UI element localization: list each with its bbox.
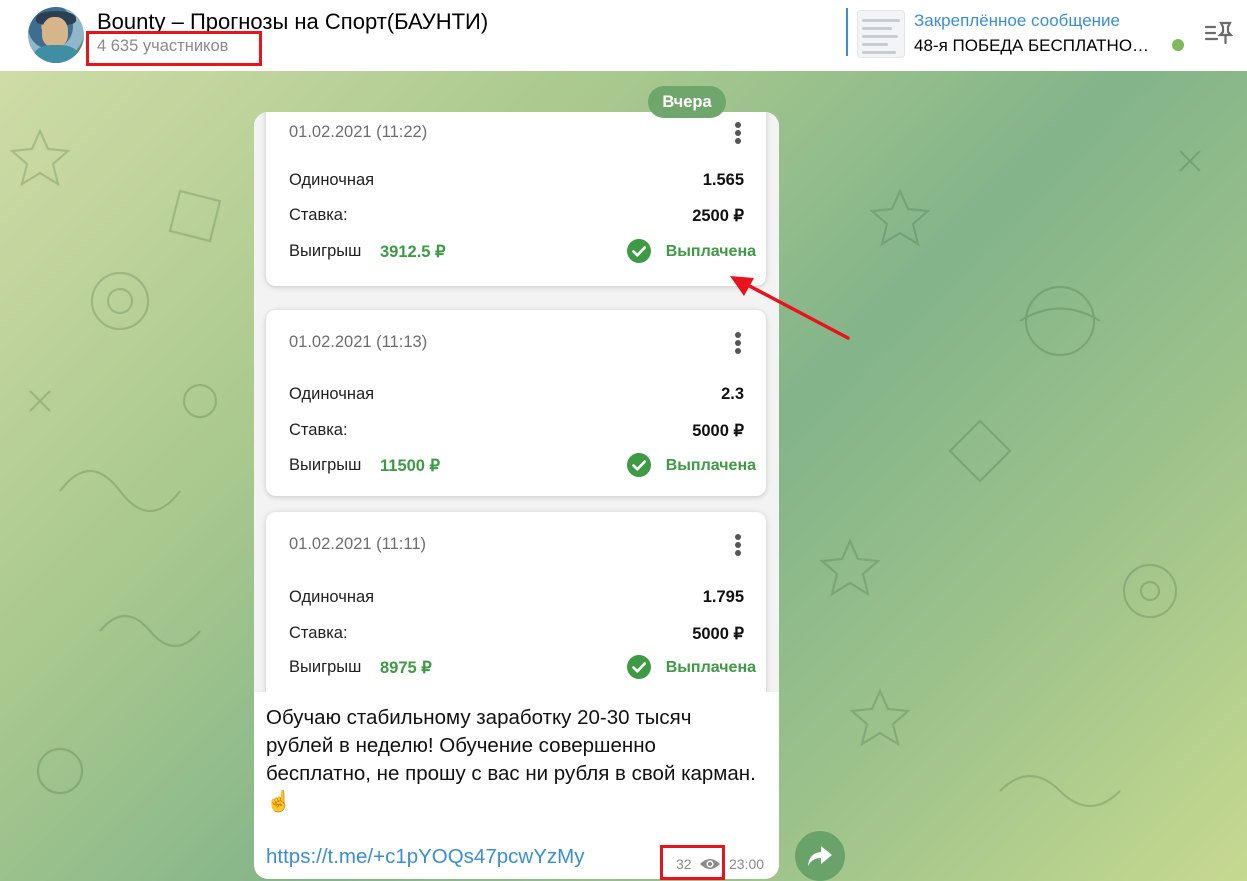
- eye-icon: [700, 859, 720, 869]
- bet-odds: 1.795: [702, 588, 744, 606]
- stake-label: Ставка:: [289, 206, 348, 224]
- stake-label: Ставка:: [289, 421, 348, 439]
- win-amount: 11500 ₽: [380, 457, 441, 475]
- bet-card: 01.02.2021 (11:22) Одиночная 1.565 Ставк…: [266, 112, 766, 286]
- payout-status: Выплачена: [665, 243, 756, 260]
- more-options-icon[interactable]: [730, 119, 746, 147]
- paid-check-icon: [627, 655, 651, 679]
- date-separator: Вчера: [648, 86, 726, 118]
- win-amount: 3912.5 ₽: [380, 243, 446, 261]
- bet-card: 01.02.2021 (11:11) Одиночная 1.795 Ставк…: [266, 512, 766, 692]
- stake-amount: 2500 ₽: [692, 207, 744, 225]
- share-arrow-icon: [808, 846, 832, 866]
- channel-avatar[interactable]: [28, 7, 84, 63]
- payout-status: Выплачена: [665, 659, 756, 676]
- bet-date: 01.02.2021 (11:22): [289, 123, 428, 141]
- pinned-thumbnail[interactable]: [857, 10, 905, 58]
- message-time: 23:00: [729, 856, 765, 872]
- message-screenshot[interactable]: 01.02.2021 (11:22) Одиночная 1.565 Ставк…: [254, 112, 779, 692]
- paid-check-icon: [627, 453, 651, 477]
- pinned-emoji-icon: [1172, 39, 1184, 51]
- message-bubble[interactable]: 01.02.2021 (11:22) Одиночная 1.565 Ставк…: [254, 112, 779, 879]
- win-label: Выигрыш: [289, 242, 362, 260]
- payout-status: Выплачена: [665, 457, 756, 474]
- win-label: Выигрыш: [289, 456, 362, 474]
- bet-odds: 2.3: [721, 385, 744, 403]
- avatar-body: [34, 45, 78, 63]
- member-count: 4 635 участников: [97, 37, 229, 55]
- bet-card: 01.02.2021 (11:13) Одиночная 2.3 Ставка:…: [266, 310, 766, 496]
- win-amount: 8975 ₽: [380, 659, 432, 677]
- win-label: Выигрыш: [289, 658, 362, 676]
- chat-header: Bounty – Прогнозы на Спорт(БАУНТИ) 4 635…: [0, 0, 1247, 71]
- stake-amount: 5000 ₽: [692, 422, 744, 440]
- bet-type: Одиночная: [289, 385, 375, 403]
- paid-check-icon: [627, 239, 651, 263]
- bet-odds: 1.565: [702, 171, 744, 189]
- pinned-message-label[interactable]: Закреплённое сообщение: [914, 11, 1120, 31]
- pin-list-icon[interactable]: [1203, 18, 1233, 48]
- avatar-face: [42, 17, 68, 47]
- bet-type: Одиночная: [289, 588, 375, 606]
- view-count: 32: [676, 856, 692, 872]
- share-button[interactable]: [795, 831, 845, 881]
- pinned-message-text[interactable]: 48-я ПОБЕДА БЕСПЛАТНО…: [914, 36, 1149, 56]
- more-options-icon[interactable]: [730, 531, 746, 559]
- bet-date: 01.02.2021 (11:11): [289, 535, 426, 553]
- bet-date: 01.02.2021 (11:13): [289, 333, 428, 351]
- bet-type: Одиночная: [289, 171, 375, 189]
- message-text: Обучаю стабильному заработку 20-30 тысяч…: [266, 706, 756, 813]
- more-options-icon[interactable]: [730, 329, 746, 357]
- message-link[interactable]: https://t.me/+c1pYOQs47pcwYzMy: [266, 845, 584, 869]
- channel-title[interactable]: Bounty – Прогнозы на Спорт(БАУНТИ): [97, 9, 488, 35]
- pinned-accent-bar: [846, 8, 848, 56]
- stake-label: Ставка:: [289, 624, 348, 642]
- stake-amount: 5000 ₽: [692, 625, 744, 643]
